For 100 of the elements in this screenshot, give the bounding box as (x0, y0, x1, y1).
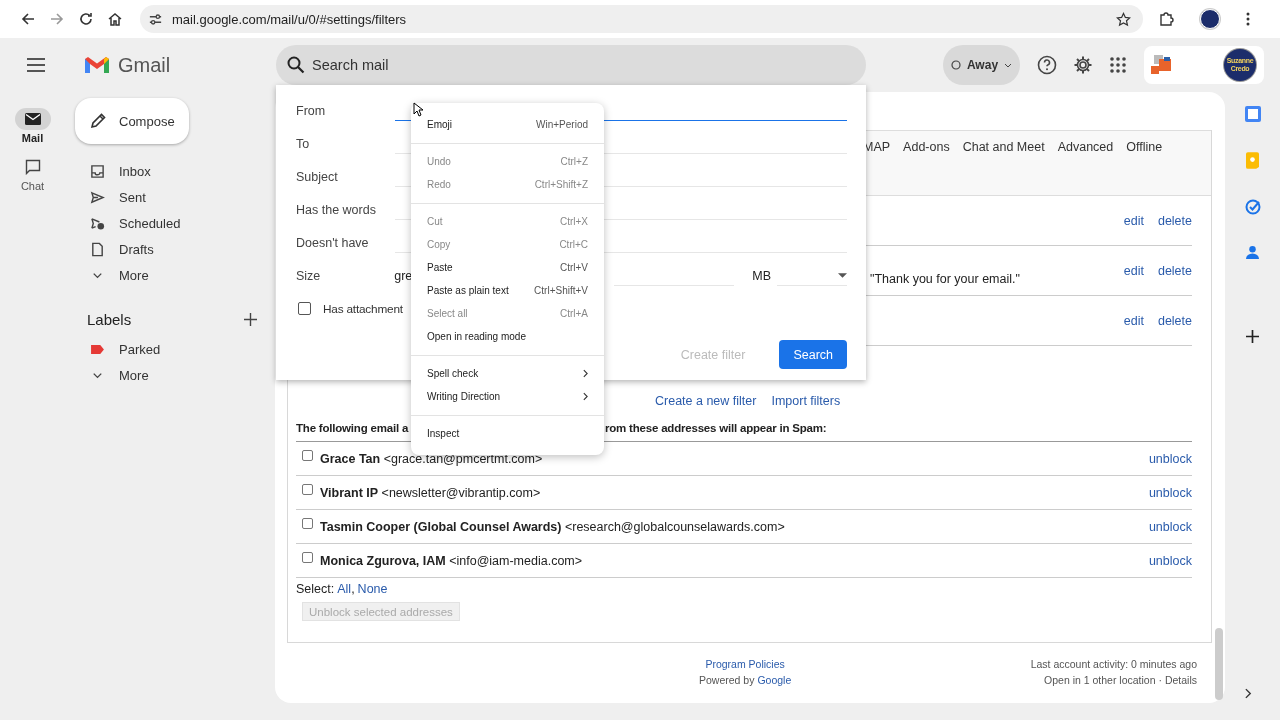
inbox-icon (90, 163, 105, 179)
menu-item[interactable]: Paste as plain text Ctrl+Shift+V (411, 279, 604, 302)
scrollbar[interactable] (1215, 628, 1223, 700)
filter-link[interactable]: Create a new filter (655, 394, 757, 412)
filter-action-link[interactable]: edit (1123, 213, 1144, 228)
contacts-icon[interactable] (1246, 245, 1259, 260)
document-icon (90, 241, 105, 257)
send-icon (90, 189, 105, 205)
menu-icon[interactable] (26, 58, 45, 72)
row-checkbox[interactable] (302, 450, 313, 461)
add-icon[interactable] (1246, 330, 1259, 343)
chat-icon (24, 159, 41, 175)
settings-tab[interactable]: Offline (1126, 140, 1163, 156)
gmail-logo-icon[interactable] (84, 55, 110, 75)
attachment-checkbox[interactable] (298, 302, 311, 315)
rail-label: Mail (21, 132, 44, 144)
menu-item[interactable]: Writing Direction (411, 385, 604, 408)
filter-action-link[interactable]: edit (1123, 263, 1144, 278)
caret-icon (838, 272, 847, 278)
menu-item[interactable]: Inspect (411, 422, 604, 445)
reload-icon[interactable] (78, 11, 94, 27)
filter-action-link[interactable]: edit (1123, 313, 1144, 328)
nav-item[interactable]: Drafts (65, 236, 275, 262)
search-icon[interactable] (287, 56, 305, 74)
extensions-icon[interactable] (1158, 11, 1174, 27)
google-link[interactable]: Google (757, 674, 792, 686)
blocked-sender: Vibrant IP <newsletter@vibrantip.com> (320, 485, 541, 500)
nav-item[interactable]: Scheduled (65, 210, 275, 236)
unblock-link[interactable]: unblock (1148, 553, 1192, 568)
address-bar[interactable]: mail.google.com/mail/u/0/#settings/filters (140, 5, 1143, 33)
row-checkbox[interactable] (302, 518, 313, 529)
star-icon[interactable] (1116, 11, 1131, 27)
settings-tab[interactable]: Add-ons (903, 140, 950, 156)
search-button[interactable]: Search (779, 340, 847, 369)
apps-grid-icon[interactable] (1109, 56, 1127, 74)
other-location-text: Open in 1 other location (1044, 674, 1156, 686)
chevron-right-icon (583, 392, 588, 401)
add-icon[interactable] (244, 313, 257, 326)
filter-action-link[interactable]: delete (1157, 263, 1192, 278)
filter-action-link[interactable]: delete (1157, 313, 1192, 328)
tasks-icon[interactable] (1244, 199, 1261, 215)
nav-item[interactable]: More (65, 262, 275, 288)
filter-criteria: "Thank you for your email." (870, 270, 1020, 286)
caret-icon (1004, 62, 1013, 68)
rail-label: Chat (20, 180, 45, 192)
program-policies-link[interactable]: Program Policies (705, 658, 785, 670)
site-info-icon[interactable] (148, 11, 163, 27)
home-icon[interactable] (107, 11, 123, 27)
row-checkbox[interactable] (302, 552, 313, 563)
blocked-heading: The following email a (296, 422, 409, 434)
select-label: Select: (296, 582, 335, 598)
chevron-right-icon (583, 369, 588, 378)
help-icon[interactable] (1037, 55, 1057, 75)
status-circle-icon (950, 60, 961, 70)
field-label: From (296, 103, 327, 118)
nav-item[interactable]: Inbox (65, 158, 275, 184)
blocked-sender: Tasmin Cooper (Global Counsel Awards) <research@globalcounselawards.com> (320, 519, 785, 534)
row-checkbox[interactable] (302, 484, 313, 495)
settings-tab[interactable]: Chat and Meet (962, 140, 1045, 156)
checkbox-label: Has attachment (323, 301, 403, 316)
app-name: Gmail (118, 53, 171, 77)
separator-text: · (1158, 674, 1162, 686)
menu-item[interactable]: Emoji Win+Period (411, 113, 604, 136)
unblock-link[interactable]: unblock (1148, 451, 1192, 466)
blocked-heading: rom these addresses will appear in Spam: (605, 422, 827, 434)
search-field[interactable]: Search mail (276, 45, 866, 85)
label-item[interactable]: More (65, 362, 275, 388)
menu-item[interactable]: Paste Ctrl+V (411, 256, 604, 279)
select-none-link[interactable]: None (357, 582, 388, 598)
separator-text: , (351, 582, 355, 598)
mail-icon (24, 113, 41, 125)
rail-button[interactable] (14, 108, 51, 130)
menu-item[interactable]: Open in reading mode (411, 325, 604, 348)
field-label: To (296, 136, 311, 151)
unblock-link[interactable]: unblock (1148, 519, 1192, 534)
back-icon[interactable] (20, 11, 36, 27)
menu-item[interactable]: Spell check (411, 362, 604, 385)
calendar-icon[interactable] (1244, 106, 1261, 122)
details-link[interactable]: Details (1164, 674, 1197, 686)
pencil-icon (89, 112, 107, 130)
compose-button[interactable]: Compose (75, 98, 189, 144)
label-item[interactable]: Parked (65, 336, 275, 362)
forward-icon[interactable] (49, 11, 65, 27)
scheduled-send-icon (90, 215, 105, 231)
menu-icon[interactable] (1246, 11, 1250, 27)
status-dropdown[interactable]: Away (943, 45, 1020, 85)
powered-by-text: Powered by (699, 674, 755, 686)
nav-item[interactable]: Sent (65, 184, 275, 210)
unblock-link[interactable]: unblock (1148, 485, 1192, 500)
settings-icon[interactable] (1073, 55, 1093, 75)
activity-text: Last account activity: 0 minutes ago (1030, 658, 1197, 670)
profile-avatar[interactable] (1200, 9, 1220, 29)
field-label: Doesn't have (296, 235, 370, 250)
chevron-right-icon[interactable] (1245, 688, 1252, 699)
settings-tab[interactable]: Advanced (1057, 140, 1114, 156)
blocked-sender: Monica Zgurova, IAM <info@iam-media.com> (320, 553, 583, 568)
field-label: Size (296, 268, 322, 283)
filter-action-link[interactable]: delete (1157, 213, 1192, 228)
filter-link[interactable]: Import filters (771, 394, 841, 412)
size-unit-label: MB (752, 268, 771, 283)
